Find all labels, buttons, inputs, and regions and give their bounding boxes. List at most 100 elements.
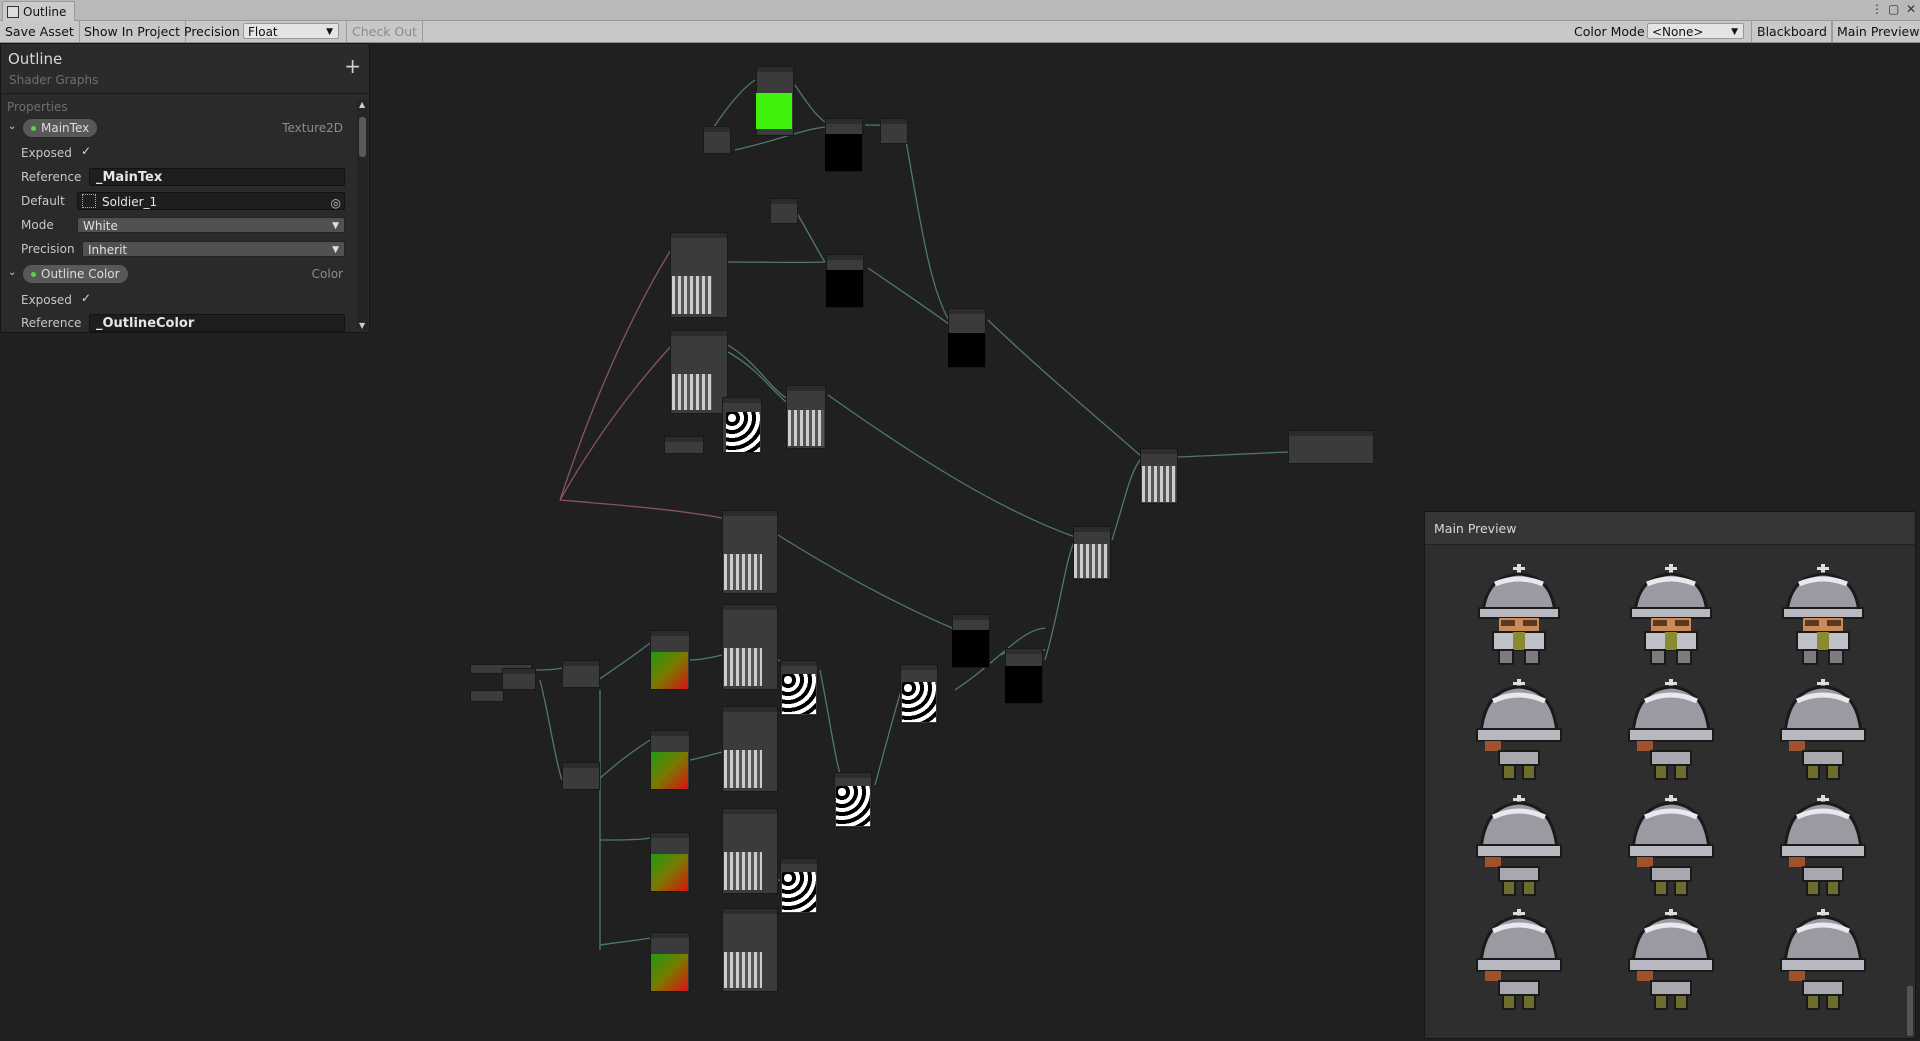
dropdown-arrow-icon: ▼ <box>332 242 339 258</box>
sprite-row-2 <box>1477 679 1865 779</box>
exposed-label: Exposed <box>21 146 72 160</box>
sprite-row-3 <box>1477 795 1865 895</box>
graph-edge <box>820 670 842 780</box>
graph-edge <box>1112 458 1142 540</box>
graph-edge <box>778 535 952 628</box>
graph-edge <box>690 655 722 660</box>
graph-node[interactable] <box>562 762 600 790</box>
sprite-row-4 <box>1477 909 1865 1009</box>
property-row-outline-color[interactable]: ⌄ Outline Color Color <box>1 263 351 287</box>
property-precision-dropdown[interactable]: Inherit ▼ <box>82 241 345 257</box>
main-preview-viewport[interactable] <box>1425 545 1915 1038</box>
exposed-dot-icon <box>31 126 36 131</box>
reference-label: Reference <box>21 170 81 184</box>
graph-edge <box>600 938 650 945</box>
property-pill[interactable]: MainTex <box>23 119 97 137</box>
blackboard-scrollbar[interactable]: ▲ ▼ <box>357 100 368 330</box>
texture-icon <box>82 194 96 208</box>
exposed-label: Exposed <box>21 293 72 307</box>
node-preview-silhouettes <box>836 786 870 826</box>
exposed-dot-icon <box>31 272 36 277</box>
default-texture-field[interactable]: Soldier_1 ◎ <box>77 192 345 210</box>
graph-node[interactable] <box>562 660 600 688</box>
dropdown-arrow-icon: ▼ <box>332 218 339 234</box>
graph-edge <box>560 345 672 500</box>
graph-edge <box>795 210 825 262</box>
default-row: Default Soldier_1 ◎ <box>1 190 351 214</box>
master-node[interactable] <box>1288 430 1374 464</box>
chevron-down-icon[interactable]: ⌄ <box>8 267 16 278</box>
precision-label: Precision <box>21 242 75 256</box>
graph-edge <box>600 838 650 840</box>
node-preview-black <box>825 134 862 171</box>
graph-edge <box>868 268 950 325</box>
graph-node[interactable] <box>664 436 704 454</box>
main-preview-title: Main Preview <box>1434 521 1516 536</box>
chevron-down-icon[interactable]: ⌄ <box>8 121 16 132</box>
scroll-up-icon[interactable]: ▲ <box>359 100 365 109</box>
scrollbar-thumb[interactable] <box>359 117 366 157</box>
node-preview-sprites <box>788 410 824 446</box>
node-preview-sprites <box>724 852 762 890</box>
graph-node[interactable] <box>880 118 908 144</box>
node-preview-gradient <box>651 954 688 991</box>
node-preview-silhouettes <box>782 872 816 912</box>
graph-edge <box>1178 452 1290 457</box>
graph-node[interactable] <box>770 198 798 224</box>
node-preview-green <box>756 93 792 129</box>
graph-edge <box>598 740 650 780</box>
graph-node[interactable] <box>470 690 504 702</box>
reference-row: Reference _OutlineColor <box>1 312 351 332</box>
graph-node[interactable] <box>502 668 536 690</box>
node-preview-sprites <box>724 554 762 590</box>
mode-label: Mode <box>21 218 54 232</box>
graph-edge <box>540 680 562 780</box>
main-preview-header[interactable]: Main Preview <box>1425 512 1915 545</box>
sprite-sheet-preview <box>1425 545 1915 1038</box>
node-preview-gradient <box>651 854 688 891</box>
reference-row: Reference _MainTex <box>1 166 351 190</box>
mode-row: Mode White ▼ <box>1 214 351 238</box>
reference-input[interactable]: _MainTex <box>89 168 345 186</box>
plus-icon[interactable]: + <box>344 56 361 76</box>
object-picker-icon[interactable]: ◎ <box>331 194 341 212</box>
node-preview-sprites <box>724 648 762 686</box>
scroll-down-icon[interactable]: ▼ <box>359 321 365 330</box>
graph-edge <box>1045 540 1075 660</box>
property-precision-value: Inherit <box>88 243 127 257</box>
checkmark-icon[interactable]: ✓ <box>81 291 91 305</box>
default-texture-value: Soldier_1 <box>102 195 157 209</box>
reference-input[interactable]: _OutlineColor <box>89 314 345 332</box>
node-preview-sprites <box>1074 544 1108 578</box>
reference-label: Reference <box>21 316 81 330</box>
graph-edge <box>988 320 1142 457</box>
node-preview-sprites <box>672 276 712 314</box>
mode-dropdown[interactable]: White ▼ <box>77 217 345 233</box>
graph-edge <box>795 85 825 122</box>
property-name: Outline Color <box>41 267 120 281</box>
blackboard-header: Outline Shader Graphs + <box>1 44 369 94</box>
default-label: Default <box>21 194 65 208</box>
graph-edge <box>598 643 650 680</box>
precision-row: Precision Inherit ▼ <box>1 238 351 262</box>
node-preview-silhouettes <box>726 412 760 452</box>
resize-handle[interactable] <box>1907 986 1913 1036</box>
node-preview-silhouettes <box>902 682 936 722</box>
graph-edge <box>560 500 722 518</box>
exposed-row: Exposed ✓ <box>1 289 351 313</box>
node-preview-sprites <box>1142 466 1176 502</box>
property-type: Color <box>312 267 343 281</box>
blackboard-title: Outline <box>8 50 62 68</box>
properties-section-label: Properties <box>7 100 68 114</box>
graph-edge <box>560 248 672 500</box>
sprite-row-1 <box>1479 564 1863 664</box>
property-type: Texture2D <box>282 121 343 135</box>
node-preview-silhouettes <box>782 674 816 714</box>
property-row-maintex[interactable]: ⌄ MainTex Texture2D <box>1 117 351 141</box>
node-preview-black <box>952 630 989 667</box>
property-pill[interactable]: Outline Color <box>23 265 128 283</box>
node-preview-black <box>948 333 985 367</box>
checkmark-icon[interactable]: ✓ <box>81 144 91 158</box>
graph-node[interactable] <box>703 126 731 154</box>
blackboard-panel: Outline Shader Graphs + Properties ⌄ Mai… <box>0 43 370 333</box>
